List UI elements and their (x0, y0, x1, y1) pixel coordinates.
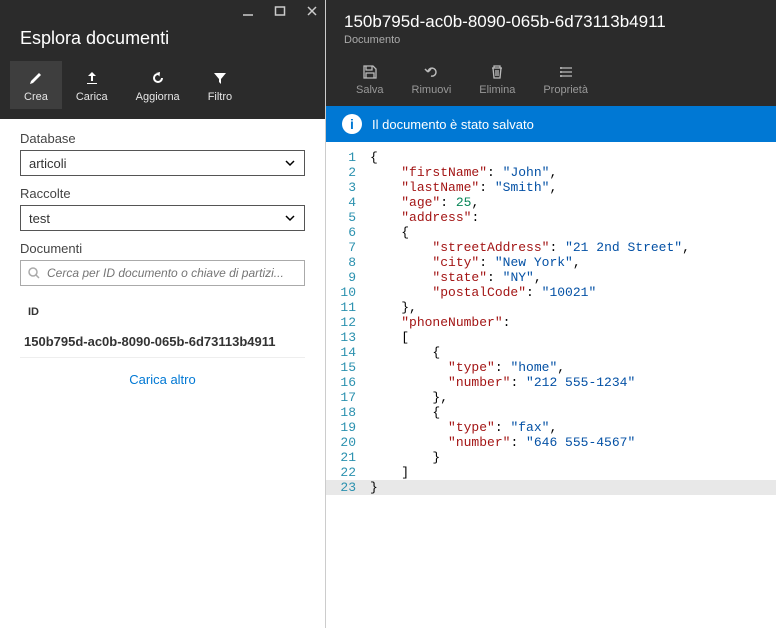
properties-label: Proprietà (543, 84, 588, 96)
explorer-panel: Esplora documenti Crea Carica Aggiorna F… (0, 0, 326, 628)
create-label: Crea (24, 91, 48, 103)
document-panel: 150b795d-ac0b-8090-065b-6d73113b4911 Doc… (326, 0, 776, 628)
info-icon: i (342, 114, 362, 134)
collections-value: test (29, 211, 50, 226)
filter-button[interactable]: Filtro (194, 61, 246, 109)
document-row[interactable]: 150b795d-ac0b-8090-065b-6d73113b4911 (20, 326, 305, 358)
load-label: Carica (76, 91, 108, 103)
document-header: 150b795d-ac0b-8090-065b-6d73113b4911 Doc… (326, 0, 776, 106)
save-icon (362, 62, 378, 82)
chevron-down-icon (284, 212, 296, 224)
id-column-header: ID (20, 296, 305, 326)
filter-icon (212, 69, 228, 87)
window-controls (0, 0, 325, 24)
refresh-label: Aggiorna (136, 91, 180, 103)
search-icon (27, 266, 41, 280)
properties-button[interactable]: Proprietà (531, 60, 600, 98)
load-more-link[interactable]: Carica altro (20, 358, 305, 401)
chevron-down-icon (284, 157, 296, 169)
collections-select[interactable]: test (20, 205, 305, 231)
upload-icon (84, 69, 100, 87)
document-subtitle: Documento (344, 34, 758, 46)
explorer-toolbar: Crea Carica Aggiorna Filtro (0, 61, 325, 119)
database-value: articoli (29, 156, 67, 171)
document-search-input[interactable] (47, 266, 298, 280)
refresh-icon (150, 69, 166, 87)
document-toolbar: Salva Rimuovi Elimina Proprietà (344, 60, 758, 98)
document-search[interactable] (20, 260, 305, 286)
trash-icon (489, 62, 505, 82)
notification-text: Il documento è stato salvato (372, 117, 534, 132)
delete-button[interactable]: Elimina (467, 60, 527, 98)
undo-icon (423, 62, 439, 82)
maximize-icon[interactable] (273, 4, 287, 24)
minimize-icon[interactable] (241, 4, 255, 24)
create-button[interactable]: Crea (10, 61, 62, 109)
properties-icon (558, 62, 574, 82)
save-label: Salva (356, 84, 384, 96)
explorer-title: Esplora documenti (0, 24, 325, 61)
database-select[interactable]: articoli (20, 150, 305, 176)
document-title: 150b795d-ac0b-8090-065b-6d73113b4911 (344, 12, 758, 32)
documents-label: Documenti (20, 241, 305, 256)
remove-label: Rimuovi (412, 84, 452, 96)
refresh-button[interactable]: Aggiorna (122, 61, 194, 109)
filter-label: Filtro (208, 91, 232, 103)
collections-label: Raccolte (20, 186, 305, 201)
explorer-form: Database articoli Raccolte test Document… (0, 119, 325, 413)
pencil-icon (28, 69, 44, 87)
save-button[interactable]: Salva (344, 60, 396, 98)
close-icon[interactable] (305, 4, 319, 24)
load-button[interactable]: Carica (62, 61, 122, 109)
json-editor[interactable]: 1{ 2 "firstName": "John", 3 "lastName": … (326, 142, 776, 628)
database-label: Database (20, 131, 305, 146)
remove-button[interactable]: Rimuovi (400, 60, 464, 98)
notification-bar: i Il documento è stato salvato (326, 106, 776, 142)
explorer-header: Esplora documenti Crea Carica Aggiorna F… (0, 0, 325, 119)
delete-label: Elimina (479, 84, 515, 96)
